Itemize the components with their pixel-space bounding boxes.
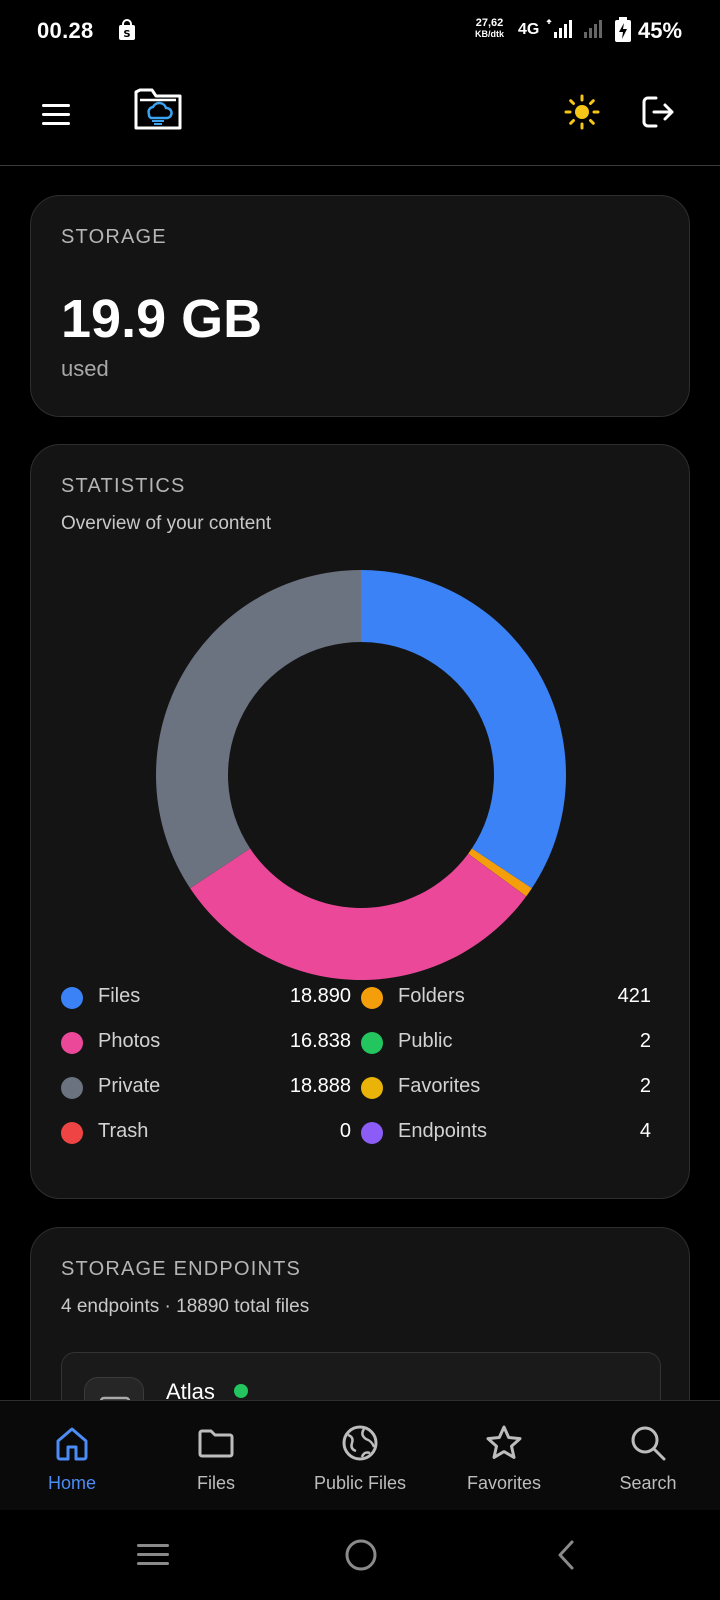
app-bar <box>0 62 720 166</box>
legend-count: 18.890 <box>289 985 351 1007</box>
legend-count: 4 <box>639 1120 651 1142</box>
home-icon <box>56 1427 88 1461</box>
logout-icon[interactable] <box>638 92 678 132</box>
globe-icon <box>342 1425 378 1461</box>
nav-favorites-label: Favorites <box>466 1473 542 1493</box>
status-time: 00.28 <box>37 18 94 43</box>
shopping-bag-icon: S <box>119 19 135 40</box>
donut-slice-photos[interactable] <box>190 848 527 980</box>
speed-unit: KB/dtk <box>475 29 504 39</box>
legend-item-endpoints: Endpoints 4 <box>361 1117 651 1147</box>
legend-count: 16.838 <box>289 1030 351 1052</box>
legend-dot <box>361 1032 383 1054</box>
nav-public-files[interactable]: Public Files <box>288 1401 432 1511</box>
nav-files-label: Files <box>196 1473 235 1493</box>
signal-icon <box>546 18 572 38</box>
legend-label: Public <box>398 1030 453 1052</box>
content-donut-chart <box>156 570 566 980</box>
network-type: 4G <box>518 21 540 38</box>
sun-icon[interactable] <box>562 92 602 132</box>
legend-dot <box>61 987 83 1009</box>
storage-card: STORAGE 19.9 GB used <box>30 195 690 417</box>
nav-search-label: Search <box>619 1473 677 1493</box>
legend-dot <box>61 1032 83 1054</box>
star-icon <box>486 1425 522 1459</box>
nav-files[interactable]: Files <box>144 1401 288 1511</box>
legend-dot <box>361 1122 383 1144</box>
hamburger-menu-icon[interactable] <box>38 96 74 132</box>
legend-label: Photos <box>98 1030 161 1052</box>
status-bar: 00.28 S 27,62 KB/dtk 4G 45% <box>0 0 720 62</box>
legend-count: 18.888 <box>289 1075 351 1097</box>
legend-label: Private <box>98 1075 161 1097</box>
endpoint-status-dot <box>234 1384 248 1398</box>
donut-slice-files[interactable] <box>361 570 566 889</box>
nav-home-label: Home <box>47 1473 96 1493</box>
legend-label: Favorites <box>398 1075 481 1097</box>
nav-search[interactable]: Search <box>576 1401 720 1511</box>
legend-label: Endpoints <box>398 1120 487 1142</box>
endpoints-title: STORAGE ENDPOINTS <box>61 1258 302 1280</box>
recent-apps-icon[interactable] <box>128 1530 178 1580</box>
legend-dot <box>361 987 383 1009</box>
nav-public-files-label: Public Files <box>313 1473 407 1493</box>
cloud-folder-logo <box>134 88 182 130</box>
legend-count: 2 <box>639 1030 651 1052</box>
back-icon[interactable] <box>542 1530 592 1580</box>
folder-icon <box>198 1429 234 1458</box>
statistics-title: STATISTICS <box>61 475 186 497</box>
home-circle-icon[interactable] <box>336 1530 386 1580</box>
network-speed: 27,62 KB/dtk <box>475 18 504 40</box>
battery-percent: 45% <box>638 18 683 43</box>
legend-count: 0 <box>339 1120 351 1142</box>
legend-count: 421 <box>617 985 651 1007</box>
endpoints-summary: 4 endpoints · 18890 total files <box>61 1296 310 1317</box>
nav-favorites[interactable]: Favorites <box>432 1401 576 1511</box>
statistics-subtitle: Overview of your content <box>61 513 272 534</box>
legend-item-files: Files 18.890 <box>61 982 351 1012</box>
legend-dot <box>61 1077 83 1099</box>
legend-label: Folders <box>398 985 465 1007</box>
legend-item-photos: Photos 16.838 <box>61 1027 351 1057</box>
storage-used-value: 19.9 GB <box>61 289 263 349</box>
system-navigation-bar <box>0 1510 720 1600</box>
legend-count: 2 <box>639 1075 651 1097</box>
legend-label: Files <box>98 985 141 1007</box>
storage-title: STORAGE <box>61 226 167 248</box>
legend-item-favorites: Favorites 2 <box>361 1072 651 1102</box>
search-icon <box>631 1426 666 1461</box>
legend-item-private: Private 18.888 <box>61 1072 351 1102</box>
storage-used-label: used <box>61 356 109 381</box>
legend-item-public: Public 2 <box>361 1027 651 1057</box>
legend-label: Trash <box>98 1120 149 1142</box>
nav-home[interactable]: Home <box>0 1401 144 1511</box>
svg-text:S: S <box>123 29 130 40</box>
legend-dot <box>61 1122 83 1144</box>
legend-item-trash: Trash 0 <box>61 1117 351 1147</box>
bottom-navigation: Home Files Public Files Favorites Search <box>0 1400 720 1510</box>
speed-value: 27,62 <box>475 17 504 29</box>
signal-weak-icon <box>584 20 602 38</box>
battery-charging-icon <box>615 17 631 42</box>
donut-slice-private[interactable] <box>156 570 361 889</box>
legend-item-folders: Folders 421 <box>361 982 651 1012</box>
statistics-card: STATISTICS Overview of your content File… <box>30 444 690 1199</box>
legend-dot <box>361 1077 383 1099</box>
